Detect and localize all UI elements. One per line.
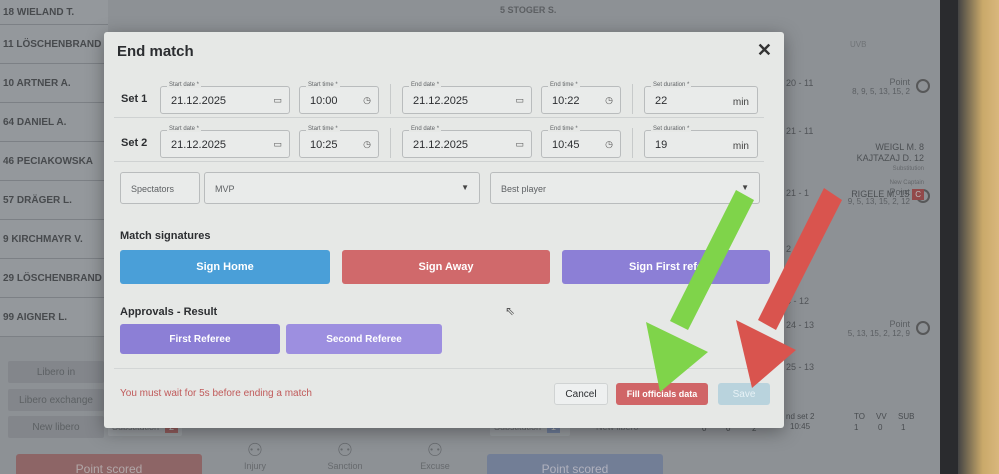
unit-label: min <box>732 97 749 108</box>
approvals-heading: Approvals - Result <box>120 306 218 318</box>
divider <box>632 84 633 114</box>
chevron-down-icon: ▼ <box>461 183 469 192</box>
field-label: Start date * <box>167 82 202 88</box>
field-value: 19 <box>655 139 668 151</box>
bezel-strip <box>958 0 999 474</box>
field-label: Start time * <box>306 126 340 132</box>
field-label: End time * <box>548 126 580 132</box>
start-date-field[interactable]: Start date * 21.12.2025 ▭ <box>160 126 290 158</box>
set-duration-field[interactable]: Set duration * 19 min <box>644 126 758 158</box>
footer-divider <box>114 368 774 369</box>
mouse-cursor-icon: ⇖ <box>505 304 516 318</box>
divider <box>632 128 633 158</box>
divider <box>390 84 391 114</box>
set-row-1: Set 1 Start date * 21.12.2025 ▭ Start ti… <box>114 80 764 118</box>
clock-icon[interactable]: ◷ <box>363 139 371 150</box>
field-value: 10:25 <box>310 139 338 151</box>
calendar-icon[interactable]: ▭ <box>273 139 282 150</box>
field-value: 10:00 <box>310 95 338 107</box>
end-time-field[interactable]: End time * 10:22 ◷ <box>541 82 621 114</box>
clock-icon[interactable]: ◷ <box>605 139 613 150</box>
clock-icon[interactable]: ◷ <box>363 95 371 106</box>
sign-home-button[interactable]: Sign Home <box>120 250 330 284</box>
field-value: 22 <box>655 95 668 107</box>
calendar-icon[interactable]: ▭ <box>273 95 282 106</box>
close-icon[interactable]: ✕ <box>757 40 772 61</box>
field-value: 10:45 <box>552 139 580 151</box>
field-value: 21.12.2025 <box>171 139 227 151</box>
dialog-title: End match <box>117 43 194 60</box>
sign-away-button[interactable]: Sign Away <box>342 250 550 284</box>
best-player-select[interactable]: Best player ▼ <box>490 172 760 204</box>
wait-warning: You must wait for 5s before ending a mat… <box>120 388 312 399</box>
field-label: End time * <box>548 82 580 88</box>
field-label: End date * <box>409 82 442 88</box>
unit-label: min <box>732 141 749 152</box>
start-time-field[interactable]: Start time * 10:25 ◷ <box>299 126 379 158</box>
field-value: 21.12.2025 <box>171 95 227 107</box>
fill-officials-data-button[interactable]: Fill officials data <box>616 383 708 405</box>
signatures-heading: Match signatures <box>120 230 211 242</box>
field-label: Start time * <box>306 82 340 88</box>
start-time-field[interactable]: Start time * 10:00 ◷ <box>299 82 379 114</box>
calendar-icon[interactable]: ▭ <box>515 95 524 106</box>
start-date-field[interactable]: Start date * 21.12.2025 ▭ <box>160 82 290 114</box>
spectators-placeholder: Spectators <box>131 184 175 194</box>
chevron-down-icon: ▼ <box>741 183 749 192</box>
set-duration-field[interactable]: Set duration * 22 min <box>644 82 758 114</box>
set-label: Set 2 <box>121 137 148 149</box>
spectators-input[interactable]: Spectators <box>120 172 200 204</box>
set-label: Set 1 <box>121 93 148 105</box>
first-referee-button[interactable]: First Referee <box>120 324 280 354</box>
save-button[interactable]: Save <box>718 383 770 405</box>
field-label: Set duration * <box>651 82 692 88</box>
field-label: Set duration * <box>651 126 692 132</box>
set-row-2: Set 2 Start date * 21.12.2025 ▭ Start ti… <box>114 124 764 162</box>
field-value: 10:22 <box>552 95 580 107</box>
mvp-select[interactable]: MVP ▼ <box>204 172 480 204</box>
second-referee-button[interactable]: Second Referee <box>286 324 442 354</box>
field-label: Start date * <box>167 126 202 132</box>
end-match-dialog: End match ✕ Set 1 Start date * 21.12.202… <box>104 32 784 428</box>
field-value: 21.12.2025 <box>413 139 469 151</box>
best-player-placeholder: Best player <box>501 184 547 194</box>
field-value: 21.12.2025 <box>413 95 469 107</box>
calendar-icon[interactable]: ▭ <box>515 139 524 150</box>
end-date-field[interactable]: End date * 21.12.2025 ▭ <box>402 82 532 114</box>
end-date-field[interactable]: End date * 21.12.2025 ▭ <box>402 126 532 158</box>
end-time-field[interactable]: End time * 10:45 ◷ <box>541 126 621 158</box>
field-label: End date * <box>409 126 442 132</box>
divider <box>390 128 391 158</box>
clock-icon[interactable]: ◷ <box>605 95 613 106</box>
sign-first-referee-button[interactable]: Sign First refe <box>562 250 770 284</box>
cancel-button[interactable]: Cancel <box>554 383 608 405</box>
screen-bezel <box>940 0 999 474</box>
mvp-placeholder: MVP <box>215 184 235 194</box>
